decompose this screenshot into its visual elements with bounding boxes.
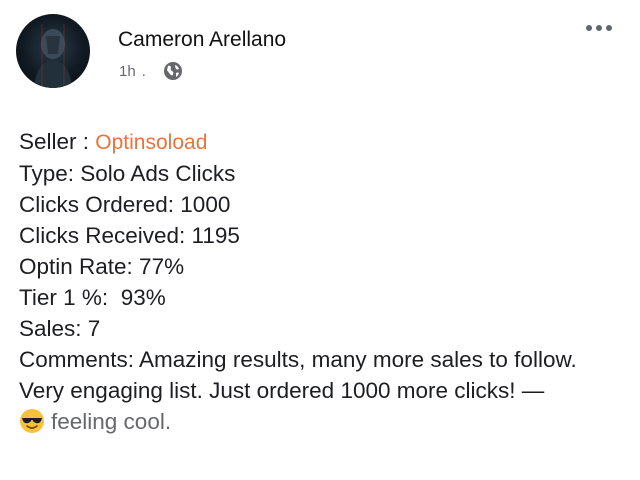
- more-dot: [586, 25, 592, 31]
- optin-rate-line: Optin Rate: 77%: [19, 254, 185, 279]
- more-dot: [596, 25, 602, 31]
- seller-line: Seller : Optinsoload: [19, 126, 619, 158]
- avatar-image: [34, 24, 72, 88]
- more-dot: [606, 25, 612, 31]
- post-author-name[interactable]: Cameron Arellano: [118, 28, 286, 52]
- tier1-line: Tier 1 %: 93%: [19, 285, 166, 310]
- more-options-icon[interactable]: [586, 22, 612, 34]
- globe-icon[interactable]: [163, 61, 183, 81]
- clicks-received-line: Clicks Received: 1195: [19, 223, 240, 248]
- engaging-line: Very engaging list. Just ordered 1000 mo…: [19, 378, 545, 403]
- sunglasses-emoji-icon: [19, 408, 45, 434]
- post-timestamp[interactable]: 1h: [119, 63, 136, 80]
- meta-separator: .: [141, 62, 146, 80]
- comments-line: Comments: Amazing results, many more sal…: [19, 347, 577, 372]
- post-meta: 1h .: [119, 61, 183, 81]
- feeling-text[interactable]: feeling cool.: [51, 409, 171, 434]
- type-line: Type: Solo Ads Clicks: [19, 161, 236, 186]
- post-body: Seller : Optinsoload Type: Solo Ads Clic…: [19, 126, 619, 437]
- avatar[interactable]: [16, 14, 90, 88]
- seller-label: Seller :: [19, 129, 90, 154]
- clicks-ordered-line: Clicks Ordered: 1000: [19, 192, 231, 217]
- seller-name: Optinsoload: [95, 131, 208, 154]
- feeling-line: feeling cool.: [19, 406, 619, 437]
- sales-line: Sales: 7: [19, 316, 101, 341]
- facebook-post: Cameron Arellano 1h . Seller : Optinsolo…: [0, 0, 640, 480]
